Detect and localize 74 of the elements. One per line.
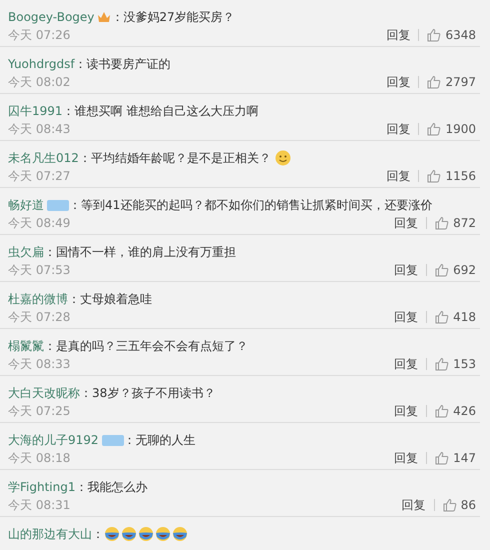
comment-time: 今天 08:33 (8, 356, 70, 372)
laughing-emoji-icon (155, 526, 171, 542)
user-name-link[interactable]: 大白天改昵称 (8, 384, 80, 402)
reply-link[interactable]: 回复 (386, 74, 410, 90)
comment-text: ：谁想买啊 谁想给自己这么大压力啊 (62, 102, 258, 120)
like-button[interactable]: 2797 (427, 75, 476, 89)
reply-link[interactable]: 回复 (394, 214, 418, 232)
like-button[interactable]: 426 (435, 404, 476, 418)
thumbs-up-icon (435, 451, 450, 465)
laughing-emoji-icon (121, 526, 137, 542)
laughing-emoji-icon (138, 526, 154, 542)
like-button[interactable]: 418 (435, 310, 476, 324)
comment-text: ：无聊的人生 (124, 432, 196, 448)
user-name-link[interactable]: 畅好道 (8, 196, 44, 214)
thumbs-up-icon (435, 357, 450, 371)
thumbs-up-icon (427, 28, 442, 42)
thumbs-up-icon (442, 498, 457, 512)
user-name-link[interactable]: 大海的儿子9192 (8, 432, 99, 448)
comment-text: ：国情不一样，谁的肩上没有万重担 (44, 244, 236, 260)
user-name-link[interactable]: 虫欠扁 (8, 244, 44, 260)
comment-text: ：没爹妈27岁能买房？ (111, 8, 235, 26)
comment-text: ：平均结婚年龄呢？是不是正相关？ (78, 150, 271, 166)
like-button[interactable]: 1156 (427, 169, 476, 183)
laughing-emoji-icon (172, 526, 188, 542)
like-button[interactable]: 86 (442, 498, 476, 512)
reply-link[interactable]: 回复 (402, 496, 426, 514)
user-name-link[interactable]: 山的那边有大山 (8, 526, 92, 542)
comment-text: ：丈母娘着急哇 (68, 290, 152, 308)
comment-time: 今天 08:49 (8, 214, 70, 232)
user-name-link[interactable]: 榻鬣鬣 (8, 338, 44, 354)
reply-link[interactable]: 回复 (386, 26, 410, 44)
comment-time: 今天 08:43 (8, 120, 70, 138)
user-name-link[interactable]: Boogey-Bogey (8, 10, 94, 24)
laughing-emoji-icon (104, 526, 120, 542)
comment-text: ：读书要房产证的 (74, 56, 171, 72)
user-name-link[interactable]: 学Fighting1 (8, 478, 76, 496)
thumbs-up-icon (435, 216, 450, 230)
thumbs-up-icon (435, 404, 450, 418)
like-button[interactable]: 692 (435, 263, 476, 277)
comment-time: 今天 07:27 (8, 168, 70, 184)
thumbs-up-icon (427, 122, 442, 136)
comment-text: ：我能怎么办 (75, 478, 148, 496)
user-name-link[interactable]: 杜嘉的微博 (8, 290, 68, 308)
comment-text: ：38岁？孩子不用读书？ (80, 384, 216, 402)
comment-text: ：是真的吗？三五年会不会有点短了？ (44, 338, 248, 354)
comment-time: 今天 07:53 (8, 262, 70, 278)
reply-link[interactable]: 回复 (394, 402, 418, 420)
user-name-link[interactable]: Yuohdrgdsf (8, 57, 75, 71)
user-name-link[interactable]: 未名凡生012 (8, 150, 79, 166)
thumbs-up-icon (427, 169, 442, 183)
thumbs-up-icon (435, 310, 450, 324)
comment-text: ： (92, 526, 104, 542)
like-button[interactable]: 1900 (427, 122, 476, 136)
thumbs-up-icon (435, 263, 450, 277)
like-button[interactable]: 153 (435, 357, 476, 371)
reply-link[interactable]: 回复 (394, 262, 418, 278)
like-button[interactable]: 147 (435, 451, 476, 465)
smiley-icon (274, 150, 291, 166)
thumbs-up-icon (427, 75, 442, 89)
user-name-link[interactable]: 囚牛1991 (8, 102, 63, 120)
comment-time: 今天 07:26 (8, 26, 70, 44)
comment-time: 今天 08:02 (8, 74, 70, 90)
like-button[interactable]: 6348 (427, 28, 476, 42)
comment-text: ：等到41还能买的起吗？都不如你们的销售让抓紧时间买，还要涨价 (69, 196, 432, 214)
comment-time: 今天 07:25 (8, 402, 70, 420)
comment-time: 今天 08:31 (8, 496, 70, 514)
reply-link[interactable]: 回复 (386, 168, 410, 184)
reply-link[interactable]: 回复 (394, 356, 418, 372)
reply-link[interactable]: 回复 (386, 120, 410, 138)
reply-link[interactable]: 回复 (394, 308, 418, 326)
comment-time: 今天 08:18 (8, 450, 70, 466)
like-button[interactable]: 872 (435, 216, 476, 230)
comment-time: 今天 07:28 (8, 308, 70, 326)
reply-link[interactable]: 回复 (394, 450, 418, 466)
